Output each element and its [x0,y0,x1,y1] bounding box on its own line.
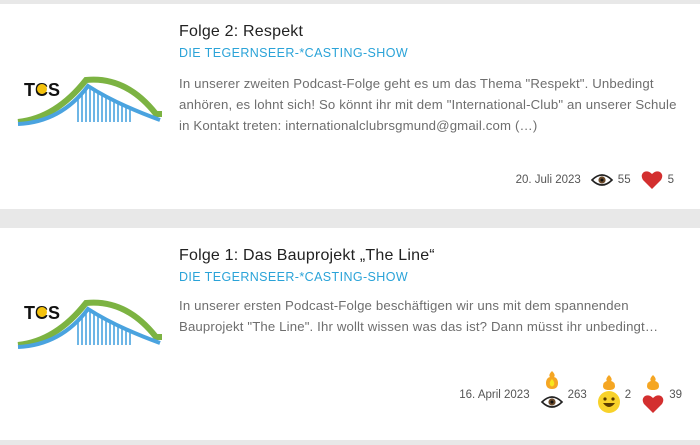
episode-title[interactable]: Folge 2: Respekt [179,23,303,41]
heart-icon[interactable] [641,375,665,415]
podcast-logo[interactable]: TCS [16,74,162,126]
episode-card[interactable]: TCS Folge 2: Respekt DIE TEGERNSEER-*CAS… [0,4,700,209]
heart-icon[interactable] [641,170,663,190]
podcast-logo[interactable]: TCS [16,297,162,349]
episode-card[interactable]: TCS Folge 1: Das Bauprojekt „The Line“ D… [0,228,700,440]
like-count: 5 [667,174,674,186]
like-count: 39 [669,389,682,401]
smiley-icon[interactable] [597,375,621,415]
eye-icon [590,173,613,187]
episode-date: 16. April 2023 [459,389,530,401]
show-name[interactable]: DIE TEGERNSEER-*CASTING-SHOW [179,46,408,60]
episode-meta: 16. April 2023 263 2 39 [459,371,682,413]
episode-meta: 20. Juli 2023 55 5 [516,168,674,192]
smile-count: 2 [624,389,632,401]
episode-description: In unserer ersten Podcast-Folge beschäft… [179,298,645,334]
episode-description: In unserer zweiten Podcast-Folge geht es… [179,76,677,133]
episode-date: 20. Juli 2023 [515,174,581,186]
view-count: 263 [567,389,587,401]
show-name[interactable]: DIE TEGERNSEER-*CASTING-SHOW [179,270,408,284]
eye-icon [540,371,564,415]
flame-badge-icon [545,371,558,389]
view-count: 55 [617,174,631,186]
episode-title[interactable]: Folge 1: Das Bauprojekt „The Line“ [179,247,435,265]
